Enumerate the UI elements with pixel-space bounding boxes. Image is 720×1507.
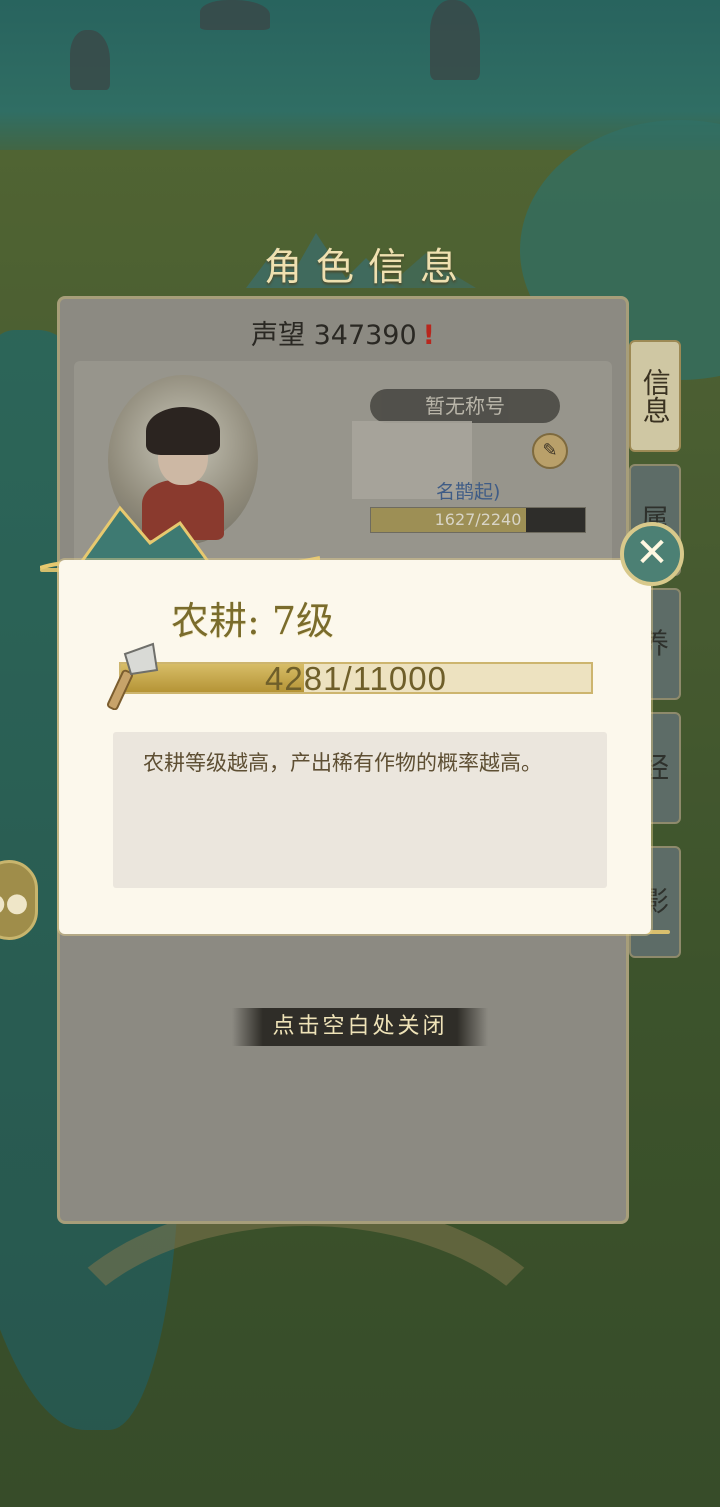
avatar-hair [146,407,220,455]
tab-info-label: 信息 [638,368,672,424]
chat-bubble-icon[interactable]: ●● [0,860,38,940]
skill-level-title: 农耕: 7级 [171,599,335,643]
window-title-banner: 角色信息 [236,228,486,298]
hoe-icon [107,642,159,710]
player-subname: 名鹊起) [436,481,501,503]
rename-brush-icon[interactable]: ✎ [532,433,568,469]
reputation: 声望 347390! [60,313,626,352]
window-title: 角色信息 [263,244,472,289]
reputation-value: 347390 [313,320,417,351]
skill-exp-bar: 4281/11000 [119,660,593,697]
reputation-alert-icon[interactable]: ! [423,320,435,351]
tap-to-close-hint: 点击空白处关闭 [232,1008,488,1046]
skill-description-box: 农耕等级越高，产出稀有作物的概率越高。 [113,732,607,888]
close-x-icon[interactable]: ✕ [620,522,684,586]
reputation-progress-text: 1627/2240 [434,510,522,529]
skill-exp-text: 4281/11000 [265,660,447,697]
tab-info[interactable]: 信息 [629,340,681,452]
skill-detail-modal: 农耕: 7级 4281/11000 农耕等级越高，产出稀有作物的概率越高。 [59,560,651,934]
reputation-label: 声望 [251,320,305,351]
reputation-progress-bar: 1627/2240 [370,507,586,533]
skill-description: 农耕等级越高，产出稀有作物的概率越高。 [143,751,542,775]
player-title-tag: 暂无称号 [370,389,560,423]
